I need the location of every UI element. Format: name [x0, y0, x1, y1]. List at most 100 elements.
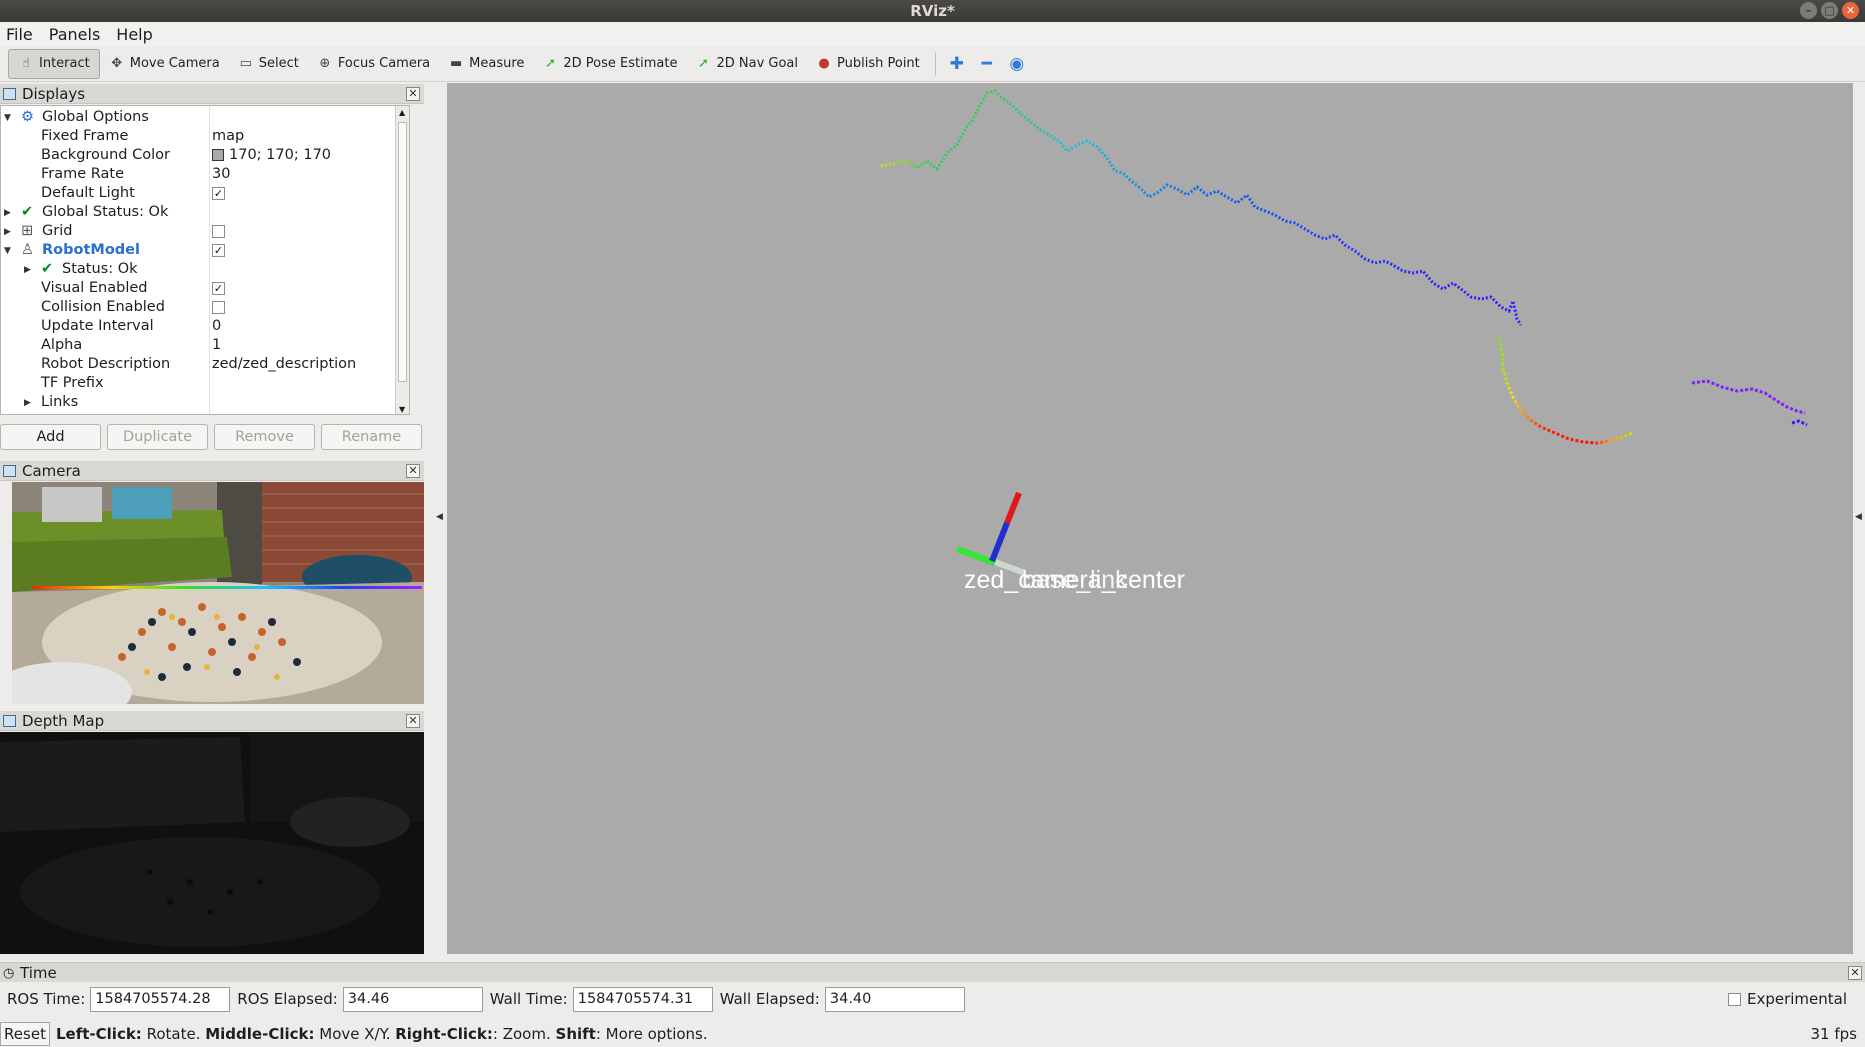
gear-icon: ⚙	[21, 109, 34, 125]
tree-row-value[interactable]: zed/zed_description	[212, 355, 356, 374]
tree-row-label: Global Status: Ok	[42, 204, 169, 220]
tree-row-value[interactable]: map	[212, 127, 244, 146]
menu-file[interactable]: File	[6, 25, 33, 44]
zoom-in-icon[interactable]: ✚	[942, 50, 972, 78]
experimental-label: Experimental	[1746, 990, 1847, 1008]
color-swatch[interactable]	[212, 149, 224, 161]
tree-row-checkbox[interactable]: ✓	[212, 186, 225, 200]
tree-row[interactable]: ▶ ✔ Status: Ok	[1, 260, 409, 280]
zoom-out-icon[interactable]: ━	[972, 50, 1002, 78]
tool-move-camera[interactable]: ✥ Move Camera	[100, 49, 229, 79]
camera-panel-title: Camera	[22, 461, 81, 480]
scan-trail-upper	[880, 89, 1523, 326]
depth-close-button[interactable]: ✕	[406, 714, 420, 728]
robot-icon: ♙	[21, 242, 34, 258]
menu-help[interactable]: Help	[116, 25, 152, 44]
expand-down-icon[interactable]: ▼	[4, 109, 11, 128]
expand-down-icon[interactable]: ▼	[4, 242, 11, 261]
tool-2d-nav-goal[interactable]: ➚ 2D Nav Goal	[686, 49, 807, 79]
tree-row-label: Status: Ok	[62, 261, 138, 277]
expand-right-icon[interactable]: ▶	[24, 261, 31, 280]
collapse-right-icon[interactable]: ◀	[1855, 512, 1862, 522]
close-window-button[interactable]: ✕	[1842, 2, 1859, 19]
viewport-scene: zed_camera_center base_link	[880, 89, 1808, 594]
tree-row[interactable]: Frame Rate 30	[1, 165, 409, 184]
time-row: ROS Time: 1584705574.28 ROS Elapsed: 34.…	[0, 986, 1865, 1012]
tool-2d-pose-estimate[interactable]: ➚ 2D Pose Estimate	[533, 49, 686, 79]
tree-row-label: Fixed Frame	[41, 128, 129, 144]
tree-row[interactable]: ▼ ⚙ Global Options	[1, 108, 409, 128]
tree-row[interactable]: ▶ ⊞ Grid	[1, 222, 409, 242]
tree-row[interactable]: ▼ ♙ RobotModel ✓	[1, 241, 409, 261]
window-titlebar: RViz* – □ ✕	[0, 0, 1865, 22]
tool-label: Select	[258, 56, 299, 71]
tool-select[interactable]: ▭ Select	[229, 49, 308, 79]
expand-right-icon[interactable]: ▶	[4, 204, 11, 223]
add-button[interactable]: Add	[0, 424, 101, 450]
tree-row-checkbox[interactable]: ✓	[212, 281, 225, 295]
tree-row[interactable]: TF Prefix	[1, 374, 409, 393]
camera-close-button[interactable]: ✕	[406, 464, 420, 478]
tree-row-label: Update Interval	[41, 318, 154, 334]
rename-button[interactable]: Rename	[321, 424, 422, 450]
scan-trail-right	[1691, 379, 1806, 415]
tool-label: Publish Point	[837, 56, 920, 71]
tree-row-label: Grid	[42, 223, 73, 239]
collapse-left-icon[interactable]: ◀	[436, 512, 443, 522]
time-panel-header: ◷ Time ✕	[0, 962, 1865, 982]
tree-row-value-text: zed/zed_description	[212, 356, 357, 372]
experimental-checkbox[interactable]	[1727, 992, 1741, 1006]
tree-row[interactable]: Collision Enabled	[1, 298, 409, 317]
tree-row-value[interactable]: 170; 170; 170	[212, 146, 331, 165]
minimize-button[interactable]: –	[1800, 2, 1817, 19]
experimental-option[interactable]: Experimental	[1727, 990, 1847, 1008]
expand-right-icon[interactable]: ▶	[4, 223, 11, 242]
tree-row[interactable]: Update Interval 0	[1, 317, 409, 336]
duplicate-button[interactable]: Duplicate	[107, 424, 208, 450]
clock-icon: ◷	[3, 966, 15, 981]
tree-row[interactable]: Background Color 170; 170; 170	[1, 146, 409, 165]
image-icon	[3, 715, 16, 727]
tree-row-checkbox[interactable]	[212, 300, 225, 314]
wall-elapsed-label: Wall Elapsed:	[719, 990, 820, 1008]
tool-interact[interactable]: ☝ Interact	[8, 48, 100, 79]
ok-icon: ✔	[21, 204, 34, 220]
tree-row[interactable]: Default Light ✓	[1, 184, 409, 203]
remove-button[interactable]: Remove	[214, 424, 315, 450]
tree-row-value[interactable]: 30	[212, 165, 230, 184]
3d-viewport[interactable]: zed_camera_center base_link	[447, 83, 1853, 954]
time-close-button[interactable]: ✕	[1848, 966, 1862, 980]
tree-row[interactable]: Robot Description zed/zed_description	[1, 355, 409, 374]
ros-time-field[interactable]: 1584705574.28	[90, 986, 231, 1012]
monitor-icon	[3, 88, 16, 100]
tool-publish-point[interactable]: ● Publish Point	[807, 49, 929, 79]
tree-row[interactable]: Visual Enabled ✓	[1, 279, 409, 298]
tree-row-checkbox[interactable]	[212, 224, 225, 238]
expand-right-icon[interactable]: ▶	[24, 394, 31, 413]
tool-measure[interactable]: ▬ Measure	[439, 49, 533, 79]
tree-row-checkbox[interactable]: ✓	[212, 243, 225, 257]
tree-row[interactable]: ▶ Links	[1, 393, 409, 413]
tree-row[interactable]: ▶ ✔ Global Status: Ok	[1, 203, 409, 223]
tree-row[interactable]: Alpha 1	[1, 336, 409, 355]
menu-panels[interactable]: Panels	[49, 25, 101, 44]
depth-panel-header: Depth Map ✕	[0, 711, 424, 731]
ros-elapsed-field[interactable]: 34.46	[342, 986, 483, 1012]
ok-icon: ✔	[41, 261, 54, 277]
tool-label: 2D Nav Goal	[716, 56, 799, 71]
view-options-icon[interactable]: ◉	[1002, 50, 1032, 78]
reset-button[interactable]: Reset	[0, 1021, 50, 1046]
tree-row-value[interactable]: 0	[212, 317, 221, 336]
menu-bar: File Panels Help	[0, 22, 1865, 46]
tree-row-label: Default Light	[41, 185, 135, 201]
maximize-button[interactable]: □	[1821, 2, 1838, 19]
displays-close-button[interactable]: ✕	[406, 87, 420, 101]
camera-image	[12, 482, 424, 704]
wall-elapsed-field[interactable]: 34.40	[824, 986, 965, 1012]
tree-row-value[interactable]: 1	[212, 336, 221, 355]
tree-row[interactable]: Fixed Frame map	[1, 127, 409, 146]
tree-row-label: Robot Description	[41, 356, 171, 372]
displays-tree[interactable]: ▲ ▼ ▼ ⚙ Global Options Fixed Frame map Backgr…	[0, 105, 410, 415]
wall-time-field[interactable]: 1584705574.31	[572, 986, 713, 1012]
tool-focus-camera[interactable]: ⊕ Focus Camera	[308, 49, 439, 79]
